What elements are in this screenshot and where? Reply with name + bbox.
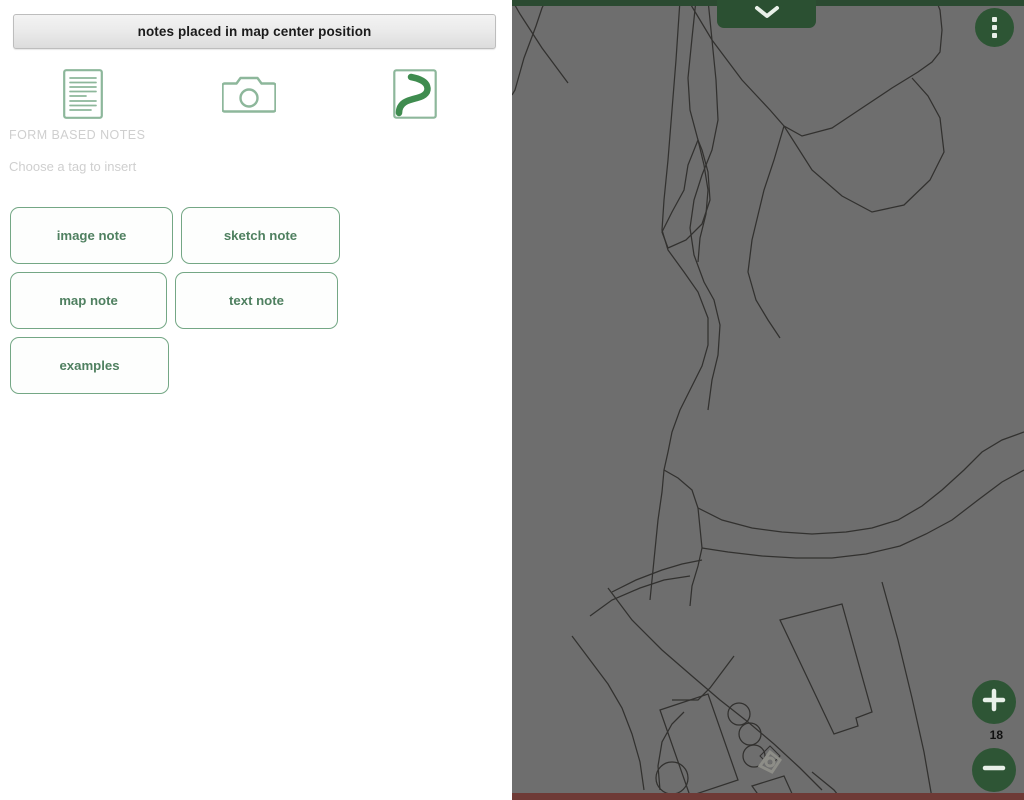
notes-panel: notes placed in map center position FORM… [0, 0, 512, 800]
choose-tag-hint: Choose a tag to insert [9, 159, 137, 174]
chevron-down-icon [754, 4, 780, 25]
zoom-level-label: 18 [989, 728, 1003, 742]
page-title: notes placed in map center position [137, 24, 372, 39]
tag-button-sketch-note[interactable]: sketch note [181, 207, 340, 264]
more-vertical-icon [992, 25, 997, 30]
camera-note-button[interactable] [166, 73, 332, 115]
minus-icon [981, 755, 1007, 786]
zoom-in-button[interactable] [972, 680, 1016, 724]
form-based-notes-label: FORM BASED NOTES [9, 128, 146, 142]
zoom-out-button[interactable] [972, 748, 1016, 792]
status-bar-bottom [512, 793, 1024, 800]
sketch-note-button[interactable] [332, 69, 498, 119]
sketch-path-icon [393, 69, 437, 119]
plus-icon [981, 687, 1007, 718]
overflow-menu-button[interactable] [975, 8, 1014, 47]
map-pull-down-tab[interactable] [717, 0, 816, 28]
camera-icon [222, 73, 276, 115]
more-vertical-icon [992, 33, 997, 39]
note-type-toolbar [0, 62, 500, 126]
app-root: notes placed in map center position FORM… [0, 0, 1024, 800]
text-note-button[interactable] [0, 69, 166, 119]
tag-button-image-note[interactable]: image note [10, 207, 173, 264]
tag-button-grid: image note sketch note map note text not… [10, 207, 502, 402]
text-note-icon [63, 69, 103, 119]
more-vertical-icon [992, 16, 997, 22]
tag-button-examples[interactable]: examples [10, 337, 169, 394]
map-vector-layer [512, 0, 1024, 800]
tag-button-map-note[interactable]: map note [10, 272, 167, 329]
map-view[interactable]: 0 i [512, 0, 1024, 800]
tag-button-text-note[interactable]: text note [175, 272, 338, 329]
panel-title-bar: notes placed in map center position [13, 14, 496, 49]
